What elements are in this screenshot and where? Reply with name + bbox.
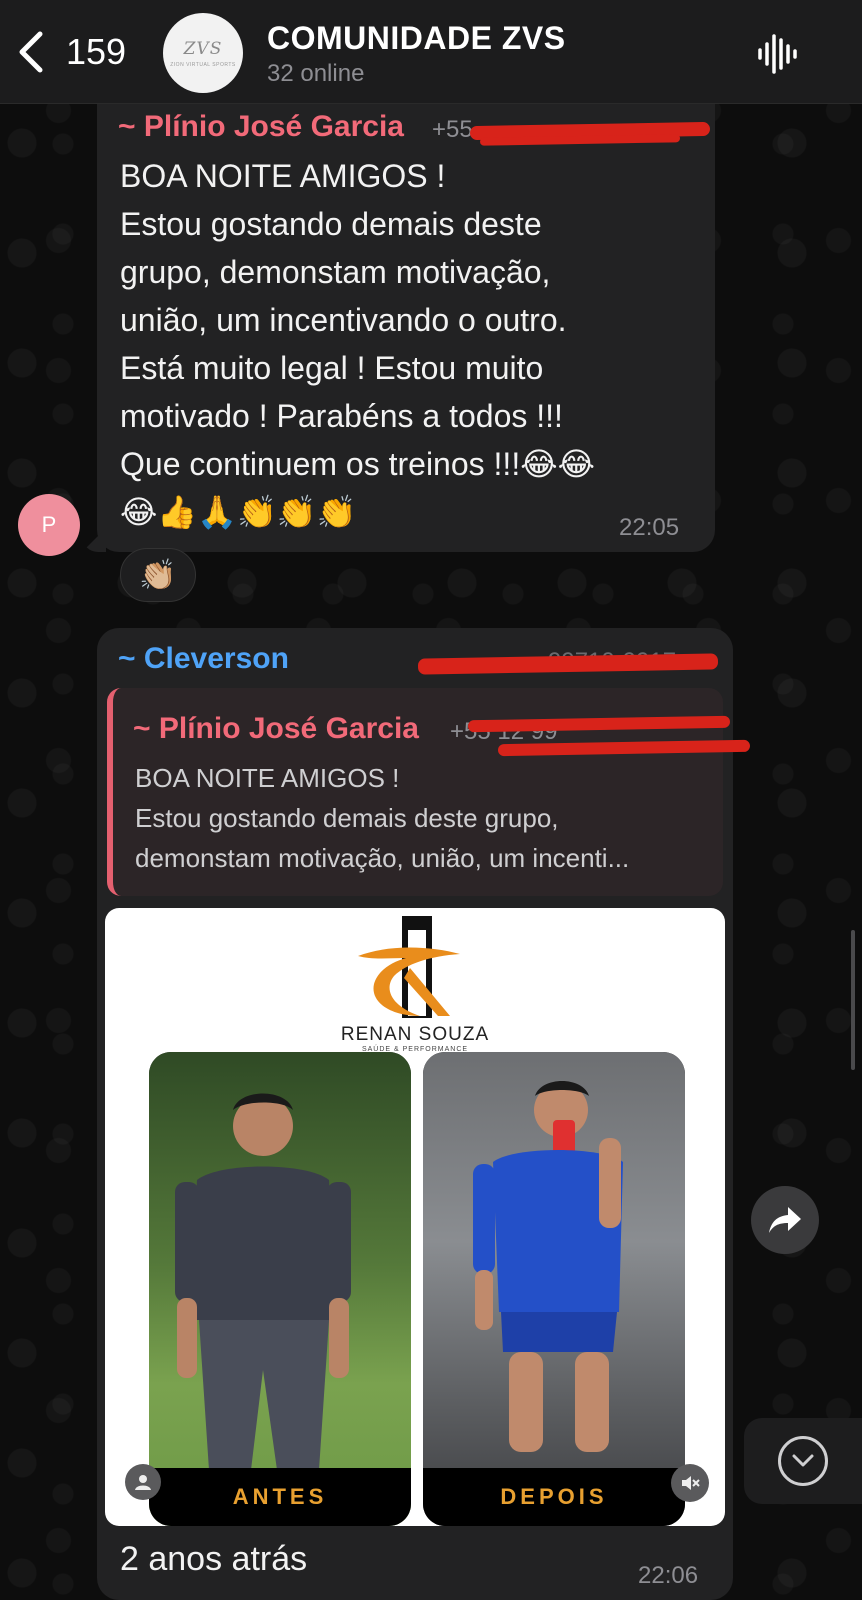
brand-logo [358,916,460,1018]
quote-line: demonstam motivação, união, um incenti..… [135,843,630,873]
person-figure [473,1081,623,1452]
message-caption: 2 anos atrás [120,1540,308,1578]
person-figure [175,1093,351,1470]
scrollbar[interactable] [851,930,855,1070]
scroll-ring [778,1436,828,1486]
after-label: DEPOIS [423,1468,685,1526]
group-logo-text: ZVS [183,38,223,59]
sound-wave-icon[interactable] [756,32,800,76]
chevron-left-icon [19,31,43,73]
online-status: 32 online [267,60,365,87]
group-logo-subtext: ZION VIRTUAL SPORTS [170,61,236,68]
share-arrow-icon [769,1207,801,1233]
forward-button[interactable] [751,1186,819,1254]
message-time: 22:06 [638,1562,699,1589]
message-sender[interactable]: ~ Plínio José Garcia [118,110,404,144]
reaction-badge[interactable]: 👏🏼 [120,548,196,602]
quote-line: BOA NOITE AMIGOS ! [135,763,400,793]
message-sender[interactable]: ~ Cleverson [118,642,289,676]
back-button[interactable]: 159 [14,26,154,78]
after-photo: DEPOIS [423,1052,685,1526]
quote-line: Estou gostando demais deste grupo, [135,803,559,833]
avatar-letter: P [41,512,57,537]
reaction-emoji: 👏🏼 [139,558,177,592]
before-label: ANTES [149,1468,411,1526]
quote-text: BOA NOITE AMIGOS ! Estou gostando demais… [135,758,715,878]
quote-sender: ~ Plínio José Garcia [133,712,419,745]
avatar[interactable]: P [18,494,80,556]
message-image[interactable]: RENAN SOUZA SAÚDE & PERFORMANCE ANTES DE… [105,908,725,1526]
sender-phone: +55 [432,116,473,143]
user-icon[interactable] [125,1464,161,1500]
message-time: 22:05 [619,514,680,541]
chat-title[interactable]: COMUNIDADE ZVS [267,20,566,57]
message-text: BOA NOITE AMIGOS ! Estou gostando demais… [120,158,595,530]
brand-name: RENAN SOUZA [340,1024,490,1045]
unread-count: 159 [66,31,127,72]
speaker-mute-icon[interactable] [671,1464,709,1502]
scroll-to-bottom-button[interactable] [744,1418,862,1504]
group-avatar[interactable]: ZVS ZION VIRTUAL SPORTS [163,13,243,93]
before-photo: ANTES [149,1052,411,1526]
chevron-down-icon [792,1454,814,1467]
chat-header: 159 ZVS ZION VIRTUAL SPORTS COMUNIDADE Z… [0,0,862,104]
